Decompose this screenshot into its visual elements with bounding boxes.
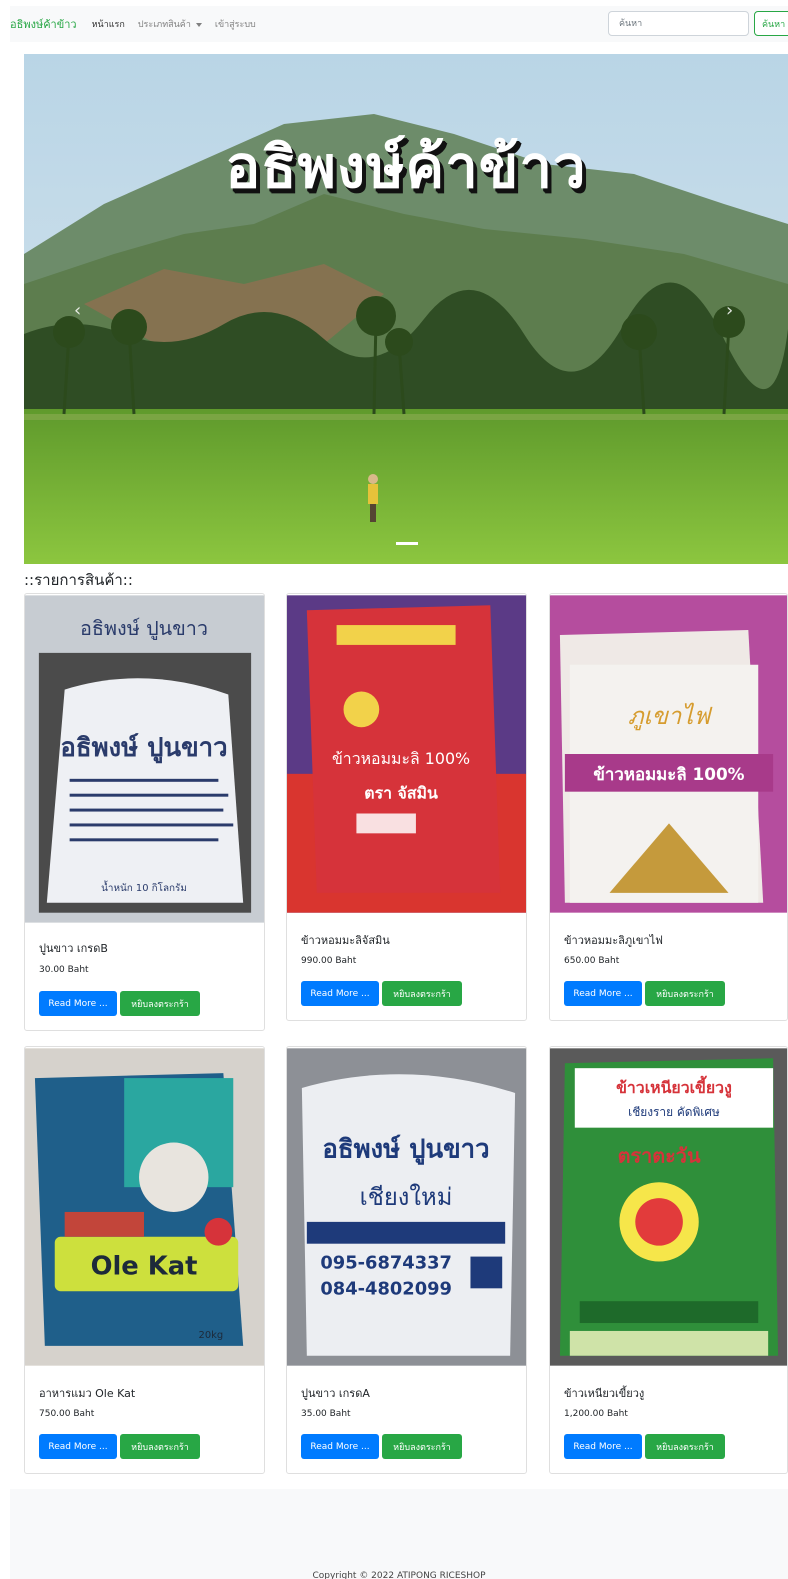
search-input[interactable]	[608, 11, 749, 36]
caret-down-icon	[195, 22, 202, 27]
product-price: 650.00 Baht	[564, 956, 620, 966]
product-name[interactable]: ข้าวหอมมะลิจัสมิน	[301, 931, 390, 949]
product-image-brand: ตราตะวัน	[618, 1144, 701, 1167]
product-price: 30.00 Baht	[39, 965, 89, 975]
product-image-sub: เชียงราย คัดพิเศษ	[628, 1105, 720, 1119]
product-image-ole-kat[interactable]: Ole Kat 20kg	[25, 1047, 264, 1367]
add-to-cart-button[interactable]: หยิบลงตระกร้า	[120, 991, 200, 1016]
chevron-right-icon[interactable]: ›	[726, 300, 733, 321]
chevron-left-icon[interactable]: ‹	[74, 300, 81, 321]
hero-carousel: อธิพงษ์ค้าข้าว ‹ ›	[24, 54, 788, 564]
product-card: Ole Kat 20kg อาหารแมว Ole Kat 750.00 Bah…	[24, 1046, 265, 1474]
nav-link-categories-label: ประเภทสินค้า	[137, 20, 191, 30]
product-image-brand: ตรา จัสมิน	[364, 784, 438, 803]
product-image-phone1: 095-6874337	[320, 1252, 452, 1273]
read-more-button[interactable]: Read More ...	[564, 1434, 642, 1459]
nav-link-categories[interactable]: ประเภทสินค้า	[138, 17, 202, 31]
product-image-label: Ole Kat	[91, 1251, 198, 1281]
product-price: 990.00 Baht	[301, 956, 357, 966]
product-image-sticky-rice[interactable]: ข้าวเหนียวเขี้ยวงู เชียงราย คัดพิเศษ ตรา…	[550, 1047, 787, 1367]
product-name[interactable]: ข้าวเหนียวเขี้ยวงู	[564, 1384, 644, 1402]
read-more-button[interactable]: Read More ...	[39, 1434, 117, 1459]
product-image-lime-b[interactable]: อธิพงษ์ ปูนขาว อธิพงษ์ ปูนขาว น้ำหนัก 10…	[25, 594, 264, 924]
product-card: ข้าวเหนียวเขี้ยวงู เชียงราย คัดพิเศษ ตรา…	[549, 1046, 788, 1474]
search-button[interactable]: ค้นหา	[754, 11, 788, 36]
add-to-cart-button[interactable]: หยิบลงตระกร้า	[645, 1434, 725, 1459]
hero-title: อธิพงษ์ค้าข้าว	[225, 133, 587, 201]
product-name[interactable]: ปูนขาว เกรดA	[301, 1384, 370, 1402]
product-card: ภูเขาไฟ ข้าวหอมมะลิ 100% ข้าวหอมมะลิภูเข…	[549, 593, 788, 1021]
add-to-cart-button[interactable]: หยิบลงตระกร้า	[382, 1434, 462, 1459]
product-name[interactable]: ข้าวหอมมะลิภูเขาไฟ	[564, 931, 663, 949]
read-more-button[interactable]: Read More ...	[39, 991, 117, 1016]
footer: Copyright © 2022 ATIPONG RICESHOP	[10, 1489, 788, 1579]
product-price: 35.00 Baht	[301, 1409, 351, 1419]
product-image-weight: 20kg	[199, 1330, 224, 1341]
copyright-text: Copyright © 2022 ATIPONG RICESHOP	[312, 1571, 486, 1579]
product-name[interactable]: ปูนขาว เกรดB	[39, 939, 108, 957]
carousel-indicator[interactable]	[396, 542, 418, 545]
product-image-label: ข้าวหอมมะลิ 100%	[332, 749, 470, 768]
product-image-label: ข้าวหอมมะลิ 100%	[593, 764, 744, 784]
brand-link[interactable]: อธิพงษ์ค้าข้าว	[10, 15, 77, 33]
product-card: อธิพงษ์ ปูนขาว อธิพงษ์ ปูนขาว น้ำหนัก 10…	[24, 593, 265, 1031]
product-price: 1,200.00 Baht	[564, 1409, 628, 1419]
product-image-brand: ภูเขาไฟ	[628, 702, 713, 731]
nav-link-home[interactable]: หน้าแรก	[92, 17, 125, 31]
product-image-city: เชียงใหม่	[360, 1183, 453, 1211]
read-more-button[interactable]: Read More ...	[301, 1434, 379, 1459]
add-to-cart-button[interactable]: หยิบลงตระกร้า	[645, 981, 725, 1006]
product-image-label: อธิพงษ์ ปูนขาว	[60, 732, 227, 764]
product-image-lime-a[interactable]: อธิพงษ์ ปูนขาว เชียงใหม่ 095-6874337 084…	[287, 1047, 526, 1367]
product-price: 750.00 Baht	[39, 1409, 95, 1419]
nav-link-login[interactable]: เข้าสู่ระบบ	[215, 17, 256, 31]
navbar: อธิพงษ์ค้าข้าว หน้าแรก ประเภทสินค้า เข้า…	[10, 6, 788, 42]
section-title: ::รายการสินค้า::	[24, 571, 133, 589]
product-image-heading: อธิพงษ์ ปูนขาว	[80, 617, 208, 641]
read-more-button[interactable]: Read More ...	[301, 981, 379, 1006]
product-card: ข้าวหอมมะลิ 100% ตรา จัสมิน ข้าวหอมมะลิจ…	[286, 593, 527, 1021]
product-card: อธิพงษ์ ปูนขาว เชียงใหม่ 095-6874337 084…	[286, 1046, 527, 1474]
product-name[interactable]: อาหารแมว Ole Kat	[39, 1384, 135, 1402]
product-image-weight: น้ำหนัก 10 กิโลกรัม	[101, 880, 187, 894]
product-image-jasmine-rice[interactable]: ข้าวหอมมะลิ 100% ตรา จัสมิน	[287, 594, 526, 914]
product-image-volcano-rice[interactable]: ภูเขาไฟ ข้าวหอมมะลิ 100%	[550, 594, 787, 914]
add-to-cart-button[interactable]: หยิบลงตระกร้า	[120, 1434, 200, 1459]
read-more-button[interactable]: Read More ...	[564, 981, 642, 1006]
product-image-label: ข้าวเหนียวเขี้ยวงู	[616, 1075, 732, 1099]
add-to-cart-button[interactable]: หยิบลงตระกร้า	[382, 981, 462, 1006]
product-image-phone2: 084-4802099	[320, 1278, 452, 1299]
product-image-label: อธิพงษ์ ปูนขาว	[322, 1133, 489, 1165]
